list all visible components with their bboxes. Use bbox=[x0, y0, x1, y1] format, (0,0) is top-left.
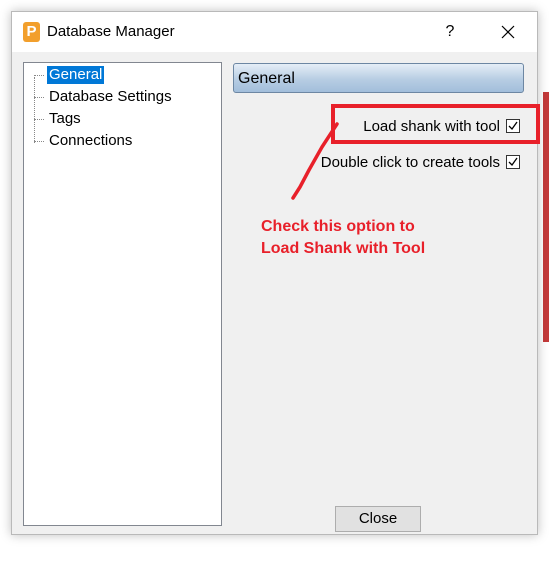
annotation-arrow bbox=[291, 122, 339, 200]
annotation-callout: Check this option to Load Shank with Too… bbox=[261, 216, 461, 260]
annotation-line-1: Check this option to bbox=[261, 218, 415, 235]
annotation-line-2: Load Shank with Tool bbox=[261, 240, 426, 257]
